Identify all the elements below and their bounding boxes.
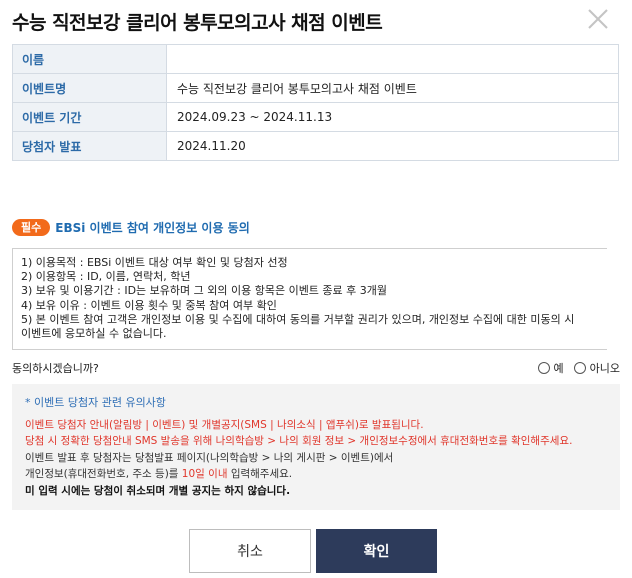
consent-options: 예 아니오 (528, 360, 620, 376)
confirm-button[interactable]: 확인 (316, 529, 437, 573)
agree-label: 예 (553, 362, 564, 375)
notice-line: 이벤트 당첨자 안내(알림방 | 이벤트) 및 개별공지(SMS | 나의소식 … (25, 418, 424, 431)
close-icon[interactable] (585, 6, 611, 32)
event-period-value: 2024.09.23 ~ 2024.11.13 (166, 102, 619, 132)
notice-line: 미 입력 시에는 당첨이 취소되며 개별 공지는 하지 않습니다. (25, 484, 291, 497)
winner-notice-box: * 이벤트 당첨자 관련 유의사항 이벤트 당첨자 안내(알림방 | 이벤트) … (12, 384, 620, 510)
event-modal: 수능 직전보강 클리어 봉투모의고사 채점 이벤트 이름 이벤트명 수능 직전보… (0, 0, 632, 578)
disagree-radio[interactable] (573, 362, 586, 374)
notice-heading: * 이벤트 당첨자 관련 유의사항 (25, 396, 166, 409)
winner-announce-value: 2024.11.20 (166, 131, 619, 161)
event-name-label: 이벤트명 (12, 73, 167, 103)
consent-line: 3) 보유 및 이용기간 : ID는 보유하며 그 외의 이용 항목은 이벤트 … (21, 284, 388, 298)
modal-title: 수능 직전보강 클리어 봉투모의고사 채점 이벤트 (12, 12, 383, 34)
disagree-option[interactable]: 아니오 (573, 360, 620, 376)
consent-header: 필수 EBSi 이벤트 참여 개인정보 이용 동의 (12, 218, 250, 236)
notice-line: 이벤트 발표 후 당첨자는 당첨발표 페이지(나의학습방 > 나의 게시판 > … (25, 451, 394, 464)
cancel-button[interactable]: 취소 (189, 529, 311, 573)
consent-line: 2) 이용항목 : ID, 이름, 연락처, 학년 (21, 270, 191, 284)
consent-line: 4) 보유 이유 : 이벤트 이용 횟수 및 중복 참여 여부 확인 (21, 298, 277, 312)
name-label: 이름 (12, 44, 167, 74)
consent-line: 5) 본 이벤트 참여 고객은 개인정보 이용 및 수집에 대하여 동의를 거부… (21, 312, 575, 326)
consent-question: 동의하시겠습니까? (12, 362, 99, 375)
table-row: 당첨자 발표 2024.11.20 (12, 131, 619, 161)
notice-line: 개인정보(휴대전화번호, 주소 등)를 10일 이내 입력해주세요. (25, 466, 607, 483)
agree-radio[interactable] (537, 362, 550, 374)
agree-option[interactable]: 예 (537, 360, 564, 376)
event-period-label: 이벤트 기간 (12, 102, 167, 132)
table-row: 이벤트명 수능 직전보강 클리어 봉투모의고사 채점 이벤트 (12, 73, 619, 103)
consent-text-box[interactable]: 1) 이용목적 : EBSi 이벤트 대상 여부 확인 및 당첨자 선정 2) … (12, 248, 607, 350)
winner-announce-label: 당첨자 발표 (12, 131, 167, 161)
notice-line: 당첨 시 정확한 당첨안내 SMS 발송을 위해 나의학습방 > 나의 회원 정… (25, 435, 573, 447)
consent-line: 1) 이용목적 : EBSi 이벤트 대상 여부 확인 및 당첨자 선정 (21, 256, 288, 269)
consent-title: EBSi 이벤트 참여 개인정보 이용 동의 (55, 220, 250, 235)
table-row: 이름 (12, 44, 619, 74)
notice-text: 개인정보(휴대전화번호, 주소 등)를 (25, 468, 182, 480)
deadline-highlight: 10일 이내 (181, 468, 228, 480)
notice-text: 입력해주세요. (227, 468, 293, 480)
table-row: 이벤트 기간 2024.09.23 ~ 2024.11.13 (12, 102, 619, 132)
name-value (166, 44, 619, 74)
event-info-table: 이름 이벤트명 수능 직전보강 클리어 봉투모의고사 채점 이벤트 이벤트 기간… (12, 44, 619, 161)
required-badge: 필수 (12, 218, 51, 236)
disagree-label: 아니오 (589, 362, 620, 375)
consent-line: 이벤트에 응모하실 수 없습니다. (21, 327, 167, 341)
event-name-value: 수능 직전보강 클리어 봉투모의고사 채점 이벤트 (166, 73, 619, 103)
